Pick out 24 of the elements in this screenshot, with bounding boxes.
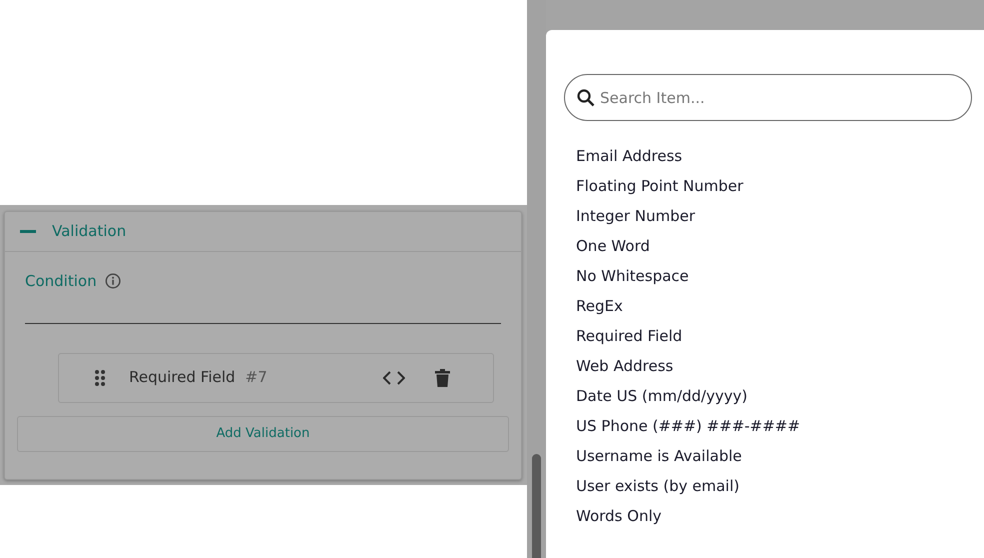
scrollbar-thumb[interactable] xyxy=(532,454,541,558)
info-icon[interactable] xyxy=(104,273,121,290)
dropdown-item[interactable]: User exists (by email) xyxy=(570,471,972,501)
dropdown-item[interactable]: Integer Number xyxy=(570,201,972,231)
dropdown-item[interactable]: Words Only xyxy=(570,501,972,531)
dropdown-item[interactable]: RegEx xyxy=(570,291,972,321)
dropdown-item[interactable]: Floating Point Number xyxy=(570,171,972,201)
field-label: Condition xyxy=(25,271,97,292)
dropdown-item[interactable]: No Whitespace xyxy=(570,261,972,291)
dropdown-item[interactable]: Required Field xyxy=(570,321,972,351)
dropdown-item[interactable]: One Word xyxy=(570,231,972,261)
trash-icon[interactable] xyxy=(435,368,450,386)
search-field[interactable]: Search Item... xyxy=(564,74,972,121)
rule-number: #7 xyxy=(245,367,268,388)
rule-name: Required Field xyxy=(129,367,236,388)
condition-input-line[interactable] xyxy=(25,322,501,324)
dropdown-item[interactable]: Email Address xyxy=(570,141,972,171)
dropdown-item[interactable]: Web Address xyxy=(570,351,972,381)
drag-handle-icon[interactable] xyxy=(95,370,105,386)
dropdown-item[interactable]: Username is Available xyxy=(570,441,972,471)
dropdown-item[interactable]: Date US (mm/dd/yyyy) xyxy=(570,381,972,411)
search-icon xyxy=(577,89,595,107)
dropdown-item[interactable]: US Phone (###) ###-#### xyxy=(570,411,972,441)
code-icon[interactable] xyxy=(383,370,405,384)
